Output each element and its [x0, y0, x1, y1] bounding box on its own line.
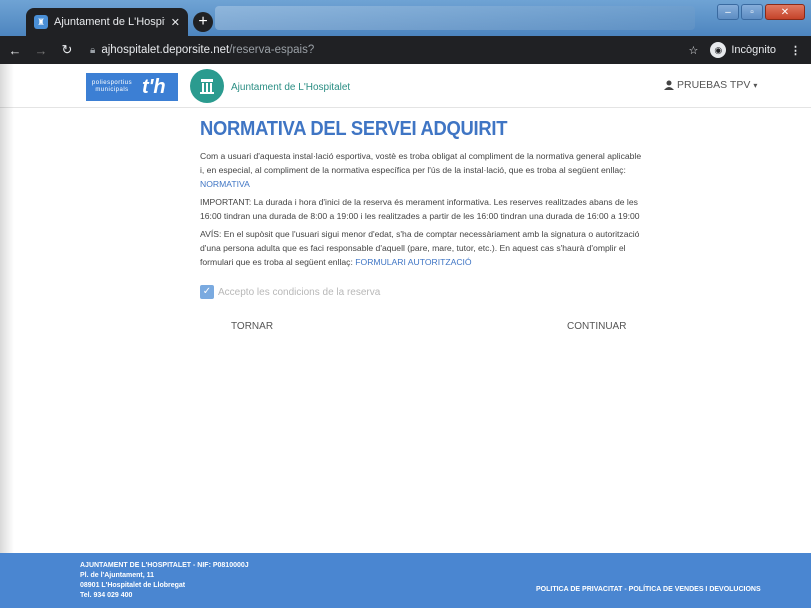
accept-checkbox[interactable]: ✓: [200, 285, 214, 299]
normativa-text: Com a usuari d'aquesta instal·lació espo…: [200, 151, 642, 175]
site-footer: AJUNTAMENT DE L'HOSPITALET - NIF: P08100…: [0, 553, 811, 608]
url-path: /reserva-espais?: [229, 44, 315, 56]
back-arrow-icon[interactable]: ←: [4, 43, 26, 58]
footer-legal-links[interactable]: POLITICA DE PRIVACITAT - POLÍTICA DE VEN…: [536, 586, 761, 593]
tornar-button[interactable]: TORNAR: [231, 321, 273, 332]
favicon-icon: ♜: [34, 15, 48, 29]
reload-icon[interactable]: ↻: [56, 42, 78, 58]
tab-close-icon[interactable]: ✕: [171, 16, 180, 29]
ajuntament-crest-icon[interactable]: [190, 69, 224, 103]
minimize-button[interactable]: –: [717, 4, 739, 20]
bookmark-star-icon[interactable]: ☆: [688, 44, 698, 57]
poli-logo-text: poliesportius municipals: [91, 80, 133, 93]
normativa-link[interactable]: NORMATIVA: [200, 179, 250, 189]
lock-icon: 🔒︎: [90, 44, 96, 56]
incognito-icon: ◉: [710, 42, 727, 58]
poliesportius-logo[interactable]: poliesportius municipals t'h: [86, 73, 178, 101]
address-bar[interactable]: 🔒︎ ajhospitalet.deporsite.net /reserva-e…: [90, 40, 690, 60]
site-header: poliesportius municipals t'h Ajuntament …: [0, 64, 811, 108]
user-name: PRUEBAS TPV: [677, 79, 751, 91]
accept-label[interactable]: Accepto les condicions de la reserva: [218, 287, 380, 298]
incognito-label[interactable]: Incògnito: [731, 44, 776, 56]
footer-line-street: Pl. de l'Ajuntament, 11: [80, 572, 155, 579]
window-controls: – ▫ ✕: [715, 4, 805, 20]
accept-conditions-row[interactable]: ✓ Accepto les condicions de la reserva: [200, 285, 380, 299]
page-title: NORMATIVA DEL SERVEI ADQUIRIT: [200, 118, 508, 140]
site-name[interactable]: Ajuntament de L'Hospitalet: [231, 82, 350, 93]
tab-title: Ajuntament de L'Hospitalet | Res: [54, 16, 165, 28]
browser-tab-active[interactable]: ♜ Ajuntament de L'Hospitalet | Res ✕: [26, 8, 188, 36]
main-content: NORMATIVA DEL SERVEI ADQUIRIT Com a usua…: [200, 118, 645, 269]
footer-line-nif: AJUNTAMENT DE L'HOSPITALET - NIF: P08100…: [80, 562, 249, 569]
normativa-paragraph: Com a usuari d'aquesta instal·lació espo…: [200, 149, 645, 191]
footer-address: AJUNTAMENT DE L'HOSPITALET - NIF: P08100…: [80, 561, 249, 601]
forward-arrow-icon[interactable]: →: [30, 43, 52, 58]
window-close-button[interactable]: ✕: [765, 4, 805, 20]
maximize-button[interactable]: ▫: [741, 4, 763, 20]
important-paragraph: IMPORTANT: La durada i hora d'inici de l…: [200, 197, 640, 221]
url-domain: ajhospitalet.deporsite.net: [101, 44, 230, 56]
browser-toolbar: ← → ↻ 🔒︎ ajhospitalet.deporsite.net /res…: [0, 36, 811, 64]
new-tab-button[interactable]: +: [193, 12, 213, 32]
browser-menu-icon[interactable]: ⋮: [790, 44, 801, 57]
footer-line-phone: Tel. 934 029 400: [80, 592, 133, 599]
window-edge-shadow: [0, 64, 14, 553]
chevron-down-icon: ▾: [753, 80, 758, 90]
poli-logo-mark: t'h: [142, 75, 166, 98]
background-tabs: [215, 6, 695, 30]
formulari-autoritzacio-link[interactable]: FORMULARI AUTORITZACIÓ: [355, 257, 471, 267]
continuar-button[interactable]: CONTINUAR: [567, 321, 626, 332]
toolbar-right: ☆ ◉ Incògnito ⋮: [688, 42, 801, 58]
user-menu[interactable]: PRUEBAS TPV ▾: [664, 79, 757, 91]
footer-line-city: 08901 L'Hospitalet de Llobregat: [80, 582, 186, 589]
avis-paragraph: AVÍS: En el supòsit que l'usuari sigui m…: [200, 227, 645, 269]
browser-tab-strip: ♜ Ajuntament de L'Hospitalet | Res ✕ + –…: [0, 0, 811, 36]
user-icon: [664, 80, 674, 90]
